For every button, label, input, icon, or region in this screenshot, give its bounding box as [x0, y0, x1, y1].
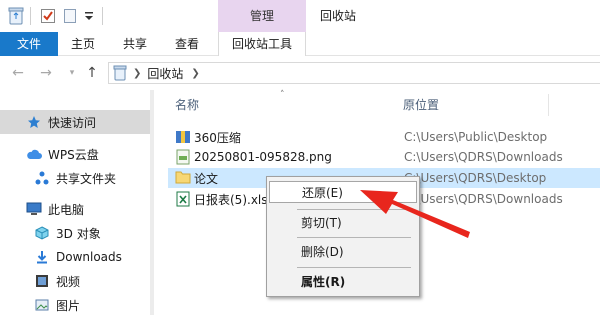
up-icon[interactable]: ↑	[84, 65, 100, 81]
file-location: C:\Users\QDRS\Desktop	[404, 171, 547, 185]
sidebar-item-label: 快速访问	[48, 115, 97, 130]
file-name: 20250801-095828.png	[194, 150, 332, 164]
tab-home[interactable]: 主页	[62, 32, 104, 56]
table-row[interactable]: 20250801-095828.png C:\Users\QDRS\Downlo…	[168, 147, 600, 167]
breadcrumb-chevron-icon[interactable]: ❯	[191, 68, 199, 79]
tab-view[interactable]: 查看	[166, 32, 208, 56]
picture-icon	[34, 297, 50, 313]
tab-share[interactable]: 共享	[114, 32, 156, 56]
address-bar-row: ← → ▾ ↑ ❯ 回收站 ❯	[0, 56, 600, 90]
sidebar-item-label: 图片	[56, 298, 81, 313]
navigation-pane: 快速访问 WPS云盘 共享文件夹 此电脑 3D 对象 Downloads 视频 …	[0, 90, 154, 315]
computer-icon	[26, 201, 42, 217]
recent-locations-icon[interactable]: ▾	[64, 65, 80, 81]
sort-ascending-icon: ˄	[280, 90, 285, 100]
image-file-icon	[175, 149, 191, 165]
sidebar-item-label: 视频	[56, 274, 81, 289]
ribbon-tabs: 文件 主页 共享 查看 回收站工具	[0, 32, 600, 56]
sidebar-item-videos[interactable]: 视频	[0, 269, 150, 293]
menu-separator	[297, 209, 411, 210]
title-bar: 管理 回收站	[0, 0, 600, 32]
cloud-icon	[26, 146, 42, 162]
cube-icon	[34, 225, 50, 241]
sidebar-item-pictures[interactable]: 图片	[0, 293, 150, 315]
new-folder-icon[interactable]	[63, 6, 77, 26]
column-header-name[interactable]: 名称	[175, 90, 199, 120]
sidebar-item-label: Downloads	[56, 250, 122, 264]
forward-icon[interactable]: →	[38, 65, 54, 81]
file-name: 论文	[194, 171, 219, 186]
sidebar-item-quick-access[interactable]: 快速访问	[0, 110, 150, 134]
sidebar-item-label: 此电脑	[48, 202, 85, 217]
sidebar-item-shared-folder[interactable]: 共享文件夹	[0, 166, 150, 190]
menu-item-restore[interactable]: 还原(E)	[269, 181, 417, 203]
archive-icon	[175, 129, 191, 145]
file-location: C:\Users\Public\Desktop	[404, 130, 548, 144]
breadcrumb-chevron-icon[interactable]: ❯	[133, 68, 141, 79]
file-name: 日报表(5).xlsx	[194, 192, 275, 207]
tab-manage[interactable]: 管理	[218, 0, 306, 32]
menu-separator	[297, 267, 411, 268]
menu-item-cut[interactable]: 剪切(T)	[269, 212, 417, 234]
back-icon[interactable]: ←	[10, 65, 26, 81]
menu-separator	[297, 237, 411, 238]
video-icon	[34, 273, 50, 289]
context-menu: 还原(E) 剪切(T) 删除(D) 属性(R)	[266, 176, 420, 297]
share-icon	[34, 170, 50, 186]
excel-file-icon	[175, 191, 191, 207]
file-location: C:\Users\QDRS\Downloads	[404, 150, 563, 164]
column-header-location[interactable]: 原位置	[403, 90, 439, 120]
file-location: C:\Users\QDRS\Downloads	[404, 192, 563, 206]
customize-toolbar-icon[interactable]	[84, 6, 94, 26]
properties-icon[interactable]	[40, 6, 56, 26]
download-icon	[34, 249, 50, 265]
recycle-bin-icon	[8, 6, 24, 26]
tab-recycle-bin-tools[interactable]: 回收站工具	[218, 32, 306, 56]
file-name: 360压缩	[194, 130, 241, 145]
address-input[interactable]: ❯ 回收站 ❯	[108, 62, 600, 84]
recycle-bin-icon	[113, 65, 127, 81]
star-icon	[26, 114, 42, 130]
column-divider[interactable]	[548, 94, 549, 116]
sidebar-item-this-pc[interactable]: 此电脑	[0, 197, 150, 221]
sidebar-item-label: 3D 对象	[56, 226, 101, 241]
table-row[interactable]: 360压缩 C:\Users\Public\Desktop	[168, 127, 600, 147]
sidebar-item-wps-cloud[interactable]: WPS云盘	[0, 142, 150, 166]
breadcrumb[interactable]: 回收站	[147, 65, 183, 82]
menu-item-properties[interactable]: 属性(R)	[269, 271, 417, 293]
menu-item-delete[interactable]: 删除(D)	[269, 241, 417, 263]
window-title: 回收站	[320, 9, 357, 23]
sidebar-item-label: 共享文件夹	[56, 171, 117, 186]
sidebar-item-downloads[interactable]: Downloads	[0, 245, 150, 269]
sidebar-item-3d-objects[interactable]: 3D 对象	[0, 221, 150, 245]
sidebar-item-label: WPS云盘	[48, 147, 99, 162]
tab-manage-label: 管理	[249, 9, 274, 23]
tab-file[interactable]: 文件	[0, 32, 58, 56]
folder-icon	[175, 170, 191, 186]
